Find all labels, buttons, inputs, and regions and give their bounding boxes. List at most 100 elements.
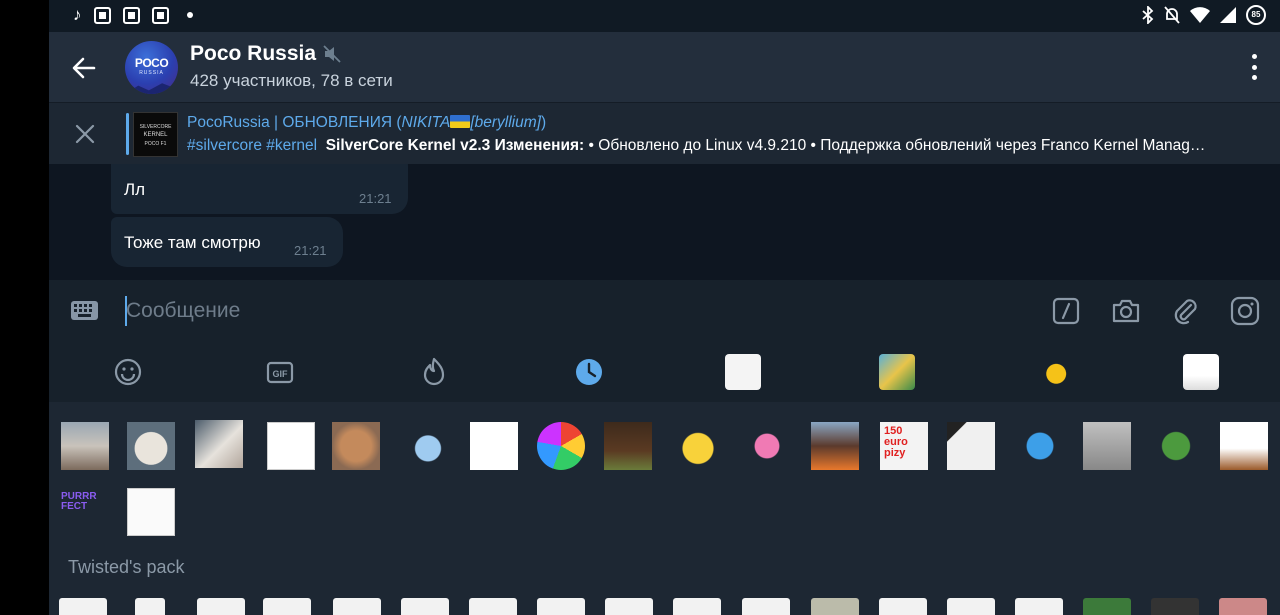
sticker[interactable] [1083, 422, 1131, 470]
sticker-pack-tab[interactable] [879, 354, 915, 390]
keyboard-icon[interactable] [71, 301, 98, 320]
sticker[interactable] [537, 598, 585, 615]
more-menu-icon[interactable] [1250, 54, 1258, 80]
message-bubble[interactable]: Лл 21:21 [111, 164, 408, 214]
sticker[interactable] [537, 422, 585, 470]
sticker[interactable] [1151, 598, 1199, 615]
sticker-pack-tab[interactable] [725, 354, 761, 390]
sticker[interactable] [811, 422, 859, 470]
sticker[interactable] [469, 598, 517, 615]
purrr-fect-sticker[interactable]: PURRR FECT [61, 488, 109, 536]
purrr-fect-text: PURRR FECT [61, 491, 97, 512]
sticker[interactable] [135, 598, 165, 615]
system-icons: 85 [1142, 5, 1266, 25]
message-list[interactable]: Лл 21:21 Тоже там смотрю 21:21 [49, 164, 1280, 280]
sticker[interactable] [263, 598, 311, 615]
message-text: Лл [124, 180, 146, 199]
sticker[interactable] [1219, 598, 1267, 615]
sticker-pack-title: Twisted's pack [68, 557, 185, 577]
pinned-source-tag: [beryllium] [470, 114, 541, 131]
sticker[interactable] [127, 422, 175, 470]
camera-icon[interactable] [1111, 296, 1141, 326]
message-time: 21:21 [359, 191, 392, 206]
member-count: 428 участников, 78 в сети [190, 71, 393, 90]
sticker-pack-tab[interactable] [1031, 354, 1067, 390]
telegram-screen: ♪ 85 POCO RUSSIA Poco Russia 428 участни… [49, 0, 1280, 615]
gif-tab-icon[interactable]: GIF [263, 355, 297, 389]
message-input[interactable]: Сообщение [126, 299, 240, 323]
sticker[interactable] [127, 488, 175, 536]
pinned-indicator [126, 113, 129, 155]
music-note-icon: ♪ [73, 5, 82, 24]
sticker[interactable] [197, 598, 245, 615]
notification-icon [93, 6, 111, 24]
sticker[interactable] [879, 598, 927, 615]
back-arrow-icon[interactable] [69, 53, 99, 83]
pinned-hashtags: #silvercore #kernel [187, 137, 318, 154]
euro-sticker[interactable]: 150 euro pizy [880, 422, 928, 470]
chat-title[interactable]: Poco Russia [190, 42, 316, 66]
pinned-source: PocoRussia | ОБНОВЛЕНИЯ (NIKITA [berylliu… [187, 114, 546, 132]
pinned-message-bar[interactable]: SILVERCORE KERNEL POCO F1 PocoRussia | О… [49, 102, 1280, 164]
message-bubble[interactable]: Тоже там смотрю 21:21 [111, 217, 343, 267]
pinned-preview: #silvercore #kernel SilverCore Kernel v2… [187, 137, 1257, 155]
thumb-text: POCO F1 [144, 141, 167, 147]
trending-fire-icon[interactable] [417, 355, 451, 389]
emoji-tab-icon[interactable] [111, 355, 145, 389]
message-time: 21:21 [294, 243, 327, 258]
sticker[interactable] [333, 598, 381, 615]
more-notifications-icon [186, 12, 193, 18]
avatar-title: POCO [134, 56, 169, 70]
duck-sticker[interactable] [674, 422, 722, 470]
sticker-tabs: GIF [49, 342, 1280, 402]
sticker[interactable] [1083, 598, 1131, 615]
notification-icon [151, 6, 169, 24]
sticker[interactable] [1015, 598, 1063, 615]
wifi-icon [1190, 7, 1210, 23]
attach-icon[interactable] [1171, 296, 1201, 326]
pinned-source-prefix: PocoRussia | ОБНОВЛЕНИЯ ( [187, 114, 402, 131]
sticker[interactable] [604, 422, 652, 470]
svg-text:GIF: GIF [273, 369, 289, 379]
sticker[interactable] [947, 422, 995, 470]
chat-avatar[interactable]: POCO RUSSIA [125, 41, 178, 94]
thumb-text: KERNEL [143, 132, 168, 138]
sticker[interactable] [401, 598, 449, 615]
sticker-pack-tab[interactable] [1183, 354, 1219, 390]
sticker[interactable] [470, 422, 518, 470]
avatar-subtitle: RUSSIA [139, 70, 164, 76]
pinned-bold-text: SilverCore Kernel v2.3 Изменения: [325, 137, 585, 154]
heart-sticker[interactable] [743, 422, 791, 470]
sticker[interactable] [605, 598, 653, 615]
recent-clock-icon[interactable] [572, 355, 606, 389]
bluetooth-icon [1142, 6, 1154, 24]
chat-header: POCO RUSSIA Poco Russia 428 участников, … [49, 32, 1280, 102]
message-text: Тоже там смотрю [124, 233, 261, 252]
sticker[interactable] [947, 598, 995, 615]
signal-icon [1220, 7, 1236, 23]
sticker[interactable] [673, 598, 721, 615]
thumbs-up-sticker[interactable] [404, 422, 452, 470]
sticker[interactable] [61, 422, 109, 470]
bot-commands-icon[interactable] [1051, 296, 1081, 326]
notification-icons: ♪ [73, 6, 193, 24]
sticker[interactable] [195, 420, 243, 468]
sticker[interactable] [1016, 422, 1064, 470]
pepe-sticker[interactable] [1152, 422, 1200, 470]
sticker[interactable] [742, 598, 790, 615]
pinned-source-name: NIKITA [401, 114, 451, 131]
sticker[interactable] [267, 422, 315, 470]
instagram-icon[interactable] [1230, 296, 1260, 326]
pinned-thumbnail: SILVERCORE KERNEL POCO F1 [133, 112, 178, 157]
sticker[interactable] [1220, 422, 1268, 470]
thumb-text: SILVERCORE [139, 124, 172, 130]
sticker[interactable] [332, 422, 380, 470]
sticker[interactable] [59, 598, 107, 615]
sticker[interactable] [811, 598, 859, 615]
battery-icon: 85 [1246, 5, 1266, 25]
muted-speaker-icon [323, 45, 341, 63]
avatar-mountains [125, 83, 178, 94]
pinned-source-suffix: ) [540, 114, 547, 131]
status-bar: ♪ 85 [49, 0, 1280, 32]
close-icon[interactable] [73, 122, 97, 146]
